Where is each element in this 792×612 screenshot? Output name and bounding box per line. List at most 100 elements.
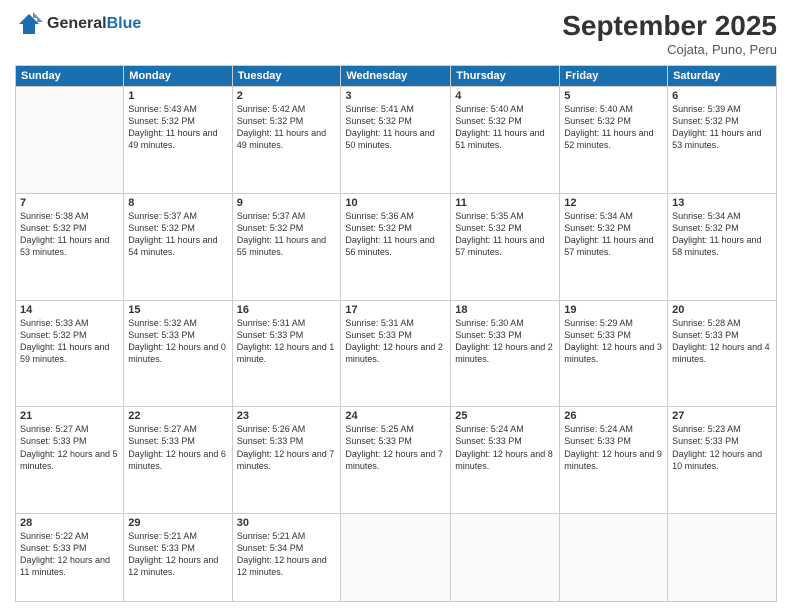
day-number: 17 [345, 304, 446, 316]
table-row [451, 514, 560, 602]
location-subtitle: Cojata, Puno, Peru [562, 42, 777, 57]
day-number: 20 [672, 304, 772, 316]
month-title: September 2025 [562, 10, 777, 42]
cell-info: Sunrise: 5:34 AM Sunset: 5:32 PM Dayligh… [564, 210, 663, 259]
day-number: 26 [564, 410, 663, 422]
cell-info: Sunrise: 5:30 AM Sunset: 5:33 PM Dayligh… [455, 317, 555, 366]
day-number: 30 [237, 517, 337, 529]
logo-blue: Blue [107, 15, 142, 32]
col-saturday: Saturday [668, 66, 777, 87]
day-number: 23 [237, 410, 337, 422]
col-thursday: Thursday [451, 66, 560, 87]
col-wednesday: Wednesday [341, 66, 451, 87]
calendar-table: Sunday Monday Tuesday Wednesday Thursday… [15, 65, 777, 602]
day-number: 14 [20, 304, 119, 316]
day-number: 11 [455, 197, 555, 209]
table-row [341, 514, 451, 602]
table-row: 15Sunrise: 5:32 AM Sunset: 5:33 PM Dayli… [124, 300, 232, 407]
col-sunday: Sunday [16, 66, 124, 87]
table-row: 21Sunrise: 5:27 AM Sunset: 5:33 PM Dayli… [16, 407, 124, 514]
day-number: 24 [345, 410, 446, 422]
logo-general: General [47, 15, 107, 32]
cell-info: Sunrise: 5:32 AM Sunset: 5:33 PM Dayligh… [128, 317, 227, 366]
table-row: 16Sunrise: 5:31 AM Sunset: 5:33 PM Dayli… [232, 300, 341, 407]
day-number: 27 [672, 410, 772, 422]
day-number: 9 [237, 197, 337, 209]
cell-info: Sunrise: 5:35 AM Sunset: 5:32 PM Dayligh… [455, 210, 555, 259]
cell-info: Sunrise: 5:42 AM Sunset: 5:32 PM Dayligh… [237, 103, 337, 152]
cell-info: Sunrise: 5:37 AM Sunset: 5:32 PM Dayligh… [128, 210, 227, 259]
cell-info: Sunrise: 5:33 AM Sunset: 5:32 PM Dayligh… [20, 317, 119, 366]
cell-info: Sunrise: 5:27 AM Sunset: 5:33 PM Dayligh… [20, 423, 119, 472]
page: GeneralBlue September 2025 Cojata, Puno,… [0, 0, 792, 612]
table-row: 30Sunrise: 5:21 AM Sunset: 5:34 PM Dayli… [232, 514, 341, 602]
day-number: 4 [455, 90, 555, 102]
cell-info: Sunrise: 5:40 AM Sunset: 5:32 PM Dayligh… [455, 103, 555, 152]
logo-icon [15, 10, 43, 38]
table-row: 14Sunrise: 5:33 AM Sunset: 5:32 PM Dayli… [16, 300, 124, 407]
table-row: 13Sunrise: 5:34 AM Sunset: 5:32 PM Dayli… [668, 193, 777, 300]
table-row: 8Sunrise: 5:37 AM Sunset: 5:32 PM Daylig… [124, 193, 232, 300]
calendar-week-2: 14Sunrise: 5:33 AM Sunset: 5:32 PM Dayli… [16, 300, 777, 407]
col-tuesday: Tuesday [232, 66, 341, 87]
table-row: 29Sunrise: 5:21 AM Sunset: 5:33 PM Dayli… [124, 514, 232, 602]
table-row: 6Sunrise: 5:39 AM Sunset: 5:32 PM Daylig… [668, 87, 777, 194]
day-number: 3 [345, 90, 446, 102]
day-number: 1 [128, 90, 227, 102]
day-number: 2 [237, 90, 337, 102]
logo-text: GeneralBlue [47, 15, 141, 33]
cell-info: Sunrise: 5:34 AM Sunset: 5:32 PM Dayligh… [672, 210, 772, 259]
day-number: 25 [455, 410, 555, 422]
table-row: 5Sunrise: 5:40 AM Sunset: 5:32 PM Daylig… [560, 87, 668, 194]
table-row: 19Sunrise: 5:29 AM Sunset: 5:33 PM Dayli… [560, 300, 668, 407]
table-row: 22Sunrise: 5:27 AM Sunset: 5:33 PM Dayli… [124, 407, 232, 514]
day-number: 7 [20, 197, 119, 209]
calendar-week-4: 28Sunrise: 5:22 AM Sunset: 5:33 PM Dayli… [16, 514, 777, 602]
table-row: 7Sunrise: 5:38 AM Sunset: 5:32 PM Daylig… [16, 193, 124, 300]
table-row: 20Sunrise: 5:28 AM Sunset: 5:33 PM Dayli… [668, 300, 777, 407]
table-row: 3Sunrise: 5:41 AM Sunset: 5:32 PM Daylig… [341, 87, 451, 194]
table-row: 2Sunrise: 5:42 AM Sunset: 5:32 PM Daylig… [232, 87, 341, 194]
title-block: September 2025 Cojata, Puno, Peru [562, 10, 777, 57]
table-row: 24Sunrise: 5:25 AM Sunset: 5:33 PM Dayli… [341, 407, 451, 514]
table-row [16, 87, 124, 194]
day-number: 8 [128, 197, 227, 209]
logo: GeneralBlue [15, 10, 141, 38]
cell-info: Sunrise: 5:27 AM Sunset: 5:33 PM Dayligh… [128, 423, 227, 472]
day-number: 18 [455, 304, 555, 316]
cell-info: Sunrise: 5:40 AM Sunset: 5:32 PM Dayligh… [564, 103, 663, 152]
cell-info: Sunrise: 5:31 AM Sunset: 5:33 PM Dayligh… [237, 317, 337, 366]
table-row: 26Sunrise: 5:24 AM Sunset: 5:33 PM Dayli… [560, 407, 668, 514]
cell-info: Sunrise: 5:22 AM Sunset: 5:33 PM Dayligh… [20, 530, 119, 579]
table-row: 25Sunrise: 5:24 AM Sunset: 5:33 PM Dayli… [451, 407, 560, 514]
table-row: 23Sunrise: 5:26 AM Sunset: 5:33 PM Dayli… [232, 407, 341, 514]
day-number: 12 [564, 197, 663, 209]
day-number: 10 [345, 197, 446, 209]
table-row: 11Sunrise: 5:35 AM Sunset: 5:32 PM Dayli… [451, 193, 560, 300]
day-number: 16 [237, 304, 337, 316]
table-row [560, 514, 668, 602]
day-number: 19 [564, 304, 663, 316]
cell-info: Sunrise: 5:24 AM Sunset: 5:33 PM Dayligh… [455, 423, 555, 472]
day-number: 6 [672, 90, 772, 102]
col-monday: Monday [124, 66, 232, 87]
table-row [668, 514, 777, 602]
cell-info: Sunrise: 5:28 AM Sunset: 5:33 PM Dayligh… [672, 317, 772, 366]
cell-info: Sunrise: 5:37 AM Sunset: 5:32 PM Dayligh… [237, 210, 337, 259]
table-row: 27Sunrise: 5:23 AM Sunset: 5:33 PM Dayli… [668, 407, 777, 514]
cell-info: Sunrise: 5:38 AM Sunset: 5:32 PM Dayligh… [20, 210, 119, 259]
cell-info: Sunrise: 5:23 AM Sunset: 5:33 PM Dayligh… [672, 423, 772, 472]
day-number: 13 [672, 197, 772, 209]
cell-info: Sunrise: 5:25 AM Sunset: 5:33 PM Dayligh… [345, 423, 446, 472]
day-number: 22 [128, 410, 227, 422]
day-number: 21 [20, 410, 119, 422]
cell-info: Sunrise: 5:39 AM Sunset: 5:32 PM Dayligh… [672, 103, 772, 152]
table-row: 12Sunrise: 5:34 AM Sunset: 5:32 PM Dayli… [560, 193, 668, 300]
col-friday: Friday [560, 66, 668, 87]
table-row: 4Sunrise: 5:40 AM Sunset: 5:32 PM Daylig… [451, 87, 560, 194]
calendar-week-1: 7Sunrise: 5:38 AM Sunset: 5:32 PM Daylig… [16, 193, 777, 300]
cell-info: Sunrise: 5:21 AM Sunset: 5:34 PM Dayligh… [237, 530, 337, 579]
day-number: 5 [564, 90, 663, 102]
calendar-week-3: 21Sunrise: 5:27 AM Sunset: 5:33 PM Dayli… [16, 407, 777, 514]
day-number: 28 [20, 517, 119, 529]
